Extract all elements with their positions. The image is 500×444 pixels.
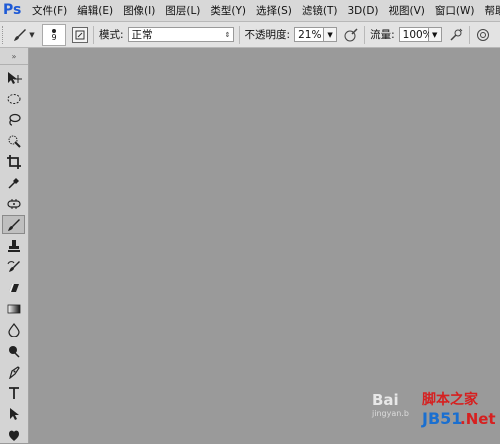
quick-select-icon xyxy=(7,134,21,148)
menu-window[interactable]: 窗口(W) xyxy=(430,3,480,18)
stamp-icon xyxy=(7,239,21,253)
pen-pressure-size-icon xyxy=(476,28,490,42)
shape-tool[interactable] xyxy=(2,425,25,444)
path-select-arrow-icon xyxy=(7,407,21,421)
eraser-icon xyxy=(7,282,21,294)
healing-brush-icon xyxy=(7,198,21,210)
flow-dropdown-button[interactable]: ▼ xyxy=(429,27,442,42)
crop-icon xyxy=(7,155,21,169)
pen-pressure-icon xyxy=(344,28,358,42)
mode-select[interactable]: 正常 ⇕ xyxy=(128,27,234,42)
mode-value: 正常 xyxy=(132,27,153,42)
menu-image[interactable]: 图像(I) xyxy=(118,3,160,18)
brush-picker[interactable]: 9 xyxy=(42,24,66,46)
brush-icon xyxy=(13,28,27,42)
flow-label: 流量: xyxy=(370,27,395,42)
menu-file[interactable]: 文件(F) xyxy=(27,3,72,18)
updown-arrow-icon: ⇕ xyxy=(223,31,233,39)
pressure-opacity-button[interactable] xyxy=(343,27,359,43)
watermark-baidu: Bai xyxy=(372,391,399,409)
marquee-tool[interactable] xyxy=(2,89,25,108)
toolbox-grip[interactable]: » xyxy=(0,48,28,65)
healing-brush-tool[interactable] xyxy=(2,194,25,213)
options-grip[interactable] xyxy=(2,26,7,44)
blur-drop-icon xyxy=(7,323,21,337)
menu-layer[interactable]: 图层(L) xyxy=(160,3,205,18)
history-brush-tool[interactable] xyxy=(2,257,25,276)
opacity-dropdown-button[interactable]: ▼ xyxy=(324,27,337,42)
opacity-field[interactable]: 21% xyxy=(294,27,324,42)
dodge-icon xyxy=(7,344,21,358)
brush-panel-toggle[interactable] xyxy=(72,27,88,43)
flow-field[interactable]: 100% xyxy=(399,27,429,42)
separator xyxy=(239,26,240,44)
menu-type[interactable]: 类型(Y) xyxy=(205,3,251,18)
clone-stamp-tool[interactable] xyxy=(2,236,25,255)
chevron-down-icon: ▼ xyxy=(327,31,332,39)
brush-panel-icon xyxy=(75,30,85,40)
move-tool[interactable] xyxy=(2,68,25,87)
dodge-tool[interactable] xyxy=(2,341,25,360)
ps-logo: Ps xyxy=(3,2,21,19)
type-icon xyxy=(7,386,21,400)
move-icon xyxy=(6,71,22,85)
type-tool[interactable] xyxy=(2,383,25,402)
chevron-down-icon: ▼ xyxy=(29,31,34,39)
gradient-tool[interactable] xyxy=(2,299,25,318)
blur-tool[interactable] xyxy=(2,320,25,339)
eyedropper-icon xyxy=(7,176,21,190)
tool-preset-picker[interactable]: ▼ xyxy=(10,26,38,44)
menu-view[interactable]: 视图(V) xyxy=(384,3,430,18)
photoshop-window: Ps 文件(F) 编辑(E) 图像(I) 图层(L) 类型(Y) 选择(S) 滤… xyxy=(0,0,500,443)
menu-filter[interactable]: 滤镜(T) xyxy=(297,3,343,18)
pen-nib-icon xyxy=(7,365,21,379)
custom-shape-icon xyxy=(7,428,21,442)
menu-help[interactable]: 帮助(H) xyxy=(480,3,500,18)
airbrush-icon xyxy=(449,28,463,42)
brush-icon xyxy=(7,218,21,232)
airbrush-button[interactable] xyxy=(448,27,464,43)
watermark-site-name: 脚本之家 xyxy=(422,389,478,409)
eyedropper-tool[interactable] xyxy=(2,173,25,192)
opacity-value: 21% xyxy=(298,29,321,41)
menu-select[interactable]: 选择(S) xyxy=(251,3,297,18)
quick-select-tool[interactable] xyxy=(2,131,25,150)
toolbox: » xyxy=(0,48,29,443)
pen-tool[interactable] xyxy=(2,362,25,381)
eraser-tool[interactable] xyxy=(2,278,25,297)
separator xyxy=(364,26,365,44)
lasso-icon xyxy=(7,113,21,127)
options-bar: ▼ 9 模式: 正常 ⇕ 不透明度: 21% ▼ xyxy=(0,22,500,48)
separator xyxy=(93,26,94,44)
brush-size-value: 9 xyxy=(51,33,56,42)
history-brush-icon xyxy=(7,260,21,274)
watermark-jb51: JB51 xyxy=(422,409,462,428)
lasso-tool[interactable] xyxy=(2,110,25,129)
pressure-size-button[interactable] xyxy=(475,27,491,43)
opacity-label: 不透明度: xyxy=(245,27,291,42)
gradient-icon xyxy=(7,303,21,315)
path-select-tool[interactable] xyxy=(2,404,25,423)
menu-3d[interactable]: 3D(D) xyxy=(342,5,383,17)
crop-tool[interactable] xyxy=(2,152,25,171)
brush-tool[interactable] xyxy=(2,215,25,234)
mode-label: 模式: xyxy=(99,27,124,42)
separator xyxy=(469,26,470,44)
canvas-workspace[interactable]: Bai 脚本之家 jingyan.b JB51 .Net xyxy=(29,48,500,443)
watermark-url: jingyan.b xyxy=(372,409,409,418)
double-chevron-icon: » xyxy=(12,52,17,61)
watermark-net: .Net xyxy=(460,410,496,428)
watermark: Bai 脚本之家 jingyan.b JB51 .Net xyxy=(372,387,492,437)
chevron-down-icon: ▼ xyxy=(432,31,437,39)
elliptical-marquee-icon xyxy=(7,93,21,105)
menu-bar: Ps 文件(F) 编辑(E) 图像(I) 图层(L) 类型(Y) 选择(S) 滤… xyxy=(0,0,500,22)
menu-edit[interactable]: 编辑(E) xyxy=(72,3,118,18)
